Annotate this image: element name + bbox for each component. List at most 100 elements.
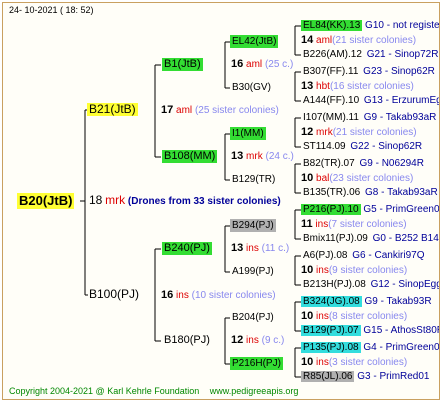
g4-node-11[interactable]: B135(TR).06 bbox=[301, 187, 362, 198]
g4-number-16: 10 bbox=[301, 264, 314, 276]
g4-link-11[interactable]: G8 - Takab93aR bbox=[365, 187, 438, 198]
g1-code-0: aml bbox=[176, 105, 193, 116]
g4-node-8[interactable]: ST114.09 bbox=[301, 141, 348, 152]
g3-node-3[interactable]: B129(TR) bbox=[230, 173, 277, 186]
g4-note-10: (23 sister colonies) bbox=[329, 173, 414, 184]
g2-code-0: aml bbox=[246, 59, 263, 70]
g1-number-1: 16 bbox=[161, 289, 174, 301]
g4-code-16: ins bbox=[316, 265, 329, 276]
g4-node-23[interactable]: R85(JL).06 bbox=[301, 371, 355, 382]
g4-link-0[interactable]: G10 - not registe bbox=[365, 20, 439, 31]
g4-link-21[interactable]: G4 - PrimGreen00 bbox=[363, 342, 439, 353]
g2-info-1: 13 mrk (24 c.) bbox=[231, 150, 294, 163]
g4-code-13: ins bbox=[315, 219, 329, 230]
g4-node-6[interactable]: I107(MM).11 bbox=[301, 112, 361, 123]
g4-node-9[interactable]: B82(TR).07 bbox=[301, 158, 357, 169]
g2-node-2[interactable]: B240(PJ) bbox=[162, 242, 212, 255]
g4-link-14[interactable]: G0 - B252 B147 B bbox=[373, 233, 439, 244]
g4-number-4: 13 bbox=[301, 80, 314, 92]
g4-code-22: ins bbox=[316, 357, 329, 368]
g4-link-15[interactable]: G6 - Cankiri97Q bbox=[352, 250, 424, 261]
g4-node-18[interactable]: B324(JG).08 bbox=[301, 296, 362, 307]
g2-node-0[interactable]: B1(JtB) bbox=[162, 58, 203, 71]
g3-node-2[interactable]: I1(MM) bbox=[230, 127, 266, 140]
g2-node-3[interactable]: B180(PJ) bbox=[162, 334, 212, 347]
g4-number-19: 10 bbox=[301, 310, 314, 322]
g4-node-12[interactable]: P216(PJ).10 bbox=[301, 204, 361, 215]
g4-number-22: 10 bbox=[301, 356, 314, 368]
g4-node-0[interactable]: EL84(KK).13 bbox=[301, 20, 363, 31]
g4-node-5[interactable]: A144(FF).10 bbox=[301, 95, 361, 106]
g2-code-3: ins bbox=[246, 335, 259, 346]
g4-link-17[interactable]: G12 - SinopEgg86R bbox=[371, 279, 439, 290]
g4-link-6[interactable]: G9 - Takab93aR bbox=[364, 112, 437, 123]
g4-note-1: (21 sister colonies) bbox=[332, 35, 417, 46]
g2-info-3: 12 ins (9 c.) bbox=[231, 334, 284, 347]
g4-node-14[interactable]: Bmix11(PJ).09 bbox=[301, 233, 370, 244]
website-link[interactable]: www.pedigreeapis.org bbox=[210, 386, 299, 396]
g4-node-21[interactable]: P135(PJ).08 bbox=[301, 342, 361, 353]
g2-note-2: (11 c.) bbox=[261, 243, 290, 254]
g4-note-19: (8 sister colonies) bbox=[328, 311, 408, 322]
root-code: mrk bbox=[105, 193, 126, 207]
g4-note-22: (3 sister colonies) bbox=[328, 357, 408, 368]
g4-note-16: (9 sister colonies) bbox=[328, 265, 408, 276]
copyright-text: Copyright 2004-2021 @ Karl Kehrle Founda… bbox=[9, 386, 200, 396]
pedigree-chart: 24- 10-2021 ( 18: 52) B20(JtB) 18 mrk (D… bbox=[2, 2, 440, 400]
g4-note-4: (16 sister colonies) bbox=[329, 81, 414, 92]
g3-node-1[interactable]: B30(GV) bbox=[230, 81, 273, 94]
g2-number-3: 12 bbox=[231, 334, 244, 346]
g2-info-0: 16 aml (25 c.) bbox=[231, 58, 293, 71]
g4-link-9[interactable]: G9 - N06294R bbox=[359, 158, 423, 169]
g4-code-7: mrk bbox=[316, 127, 333, 138]
g3-node-0[interactable]: EL42(JtB) bbox=[230, 35, 279, 48]
g3-node-7[interactable]: P216H(PJ) bbox=[230, 357, 283, 370]
g3-node-4[interactable]: B294(PJ) bbox=[230, 219, 276, 232]
timestamp: 24- 10-2021 ( 18: 52) bbox=[9, 5, 94, 15]
g1-node-1[interactable]: B100(PJ) bbox=[87, 288, 141, 301]
g4-link-2[interactable]: G21 - Sinop72R bbox=[367, 49, 439, 60]
g4-number-10: 10 bbox=[301, 172, 314, 184]
root-drone-info: 18 mrk (Drones from 33 sister colonies) bbox=[89, 194, 281, 208]
g4-link-5[interactable]: G13 - ErzurumEgg8 bbox=[364, 95, 439, 106]
g4-number-13: 11 bbox=[301, 218, 313, 230]
g3-node-6[interactable]: B204(PJ) bbox=[230, 311, 276, 324]
g1-node-0[interactable]: B21(JtB) bbox=[87, 103, 138, 116]
g1-note-1: (10 sister colonies) bbox=[191, 290, 276, 301]
g4-number-7: 12 bbox=[301, 126, 314, 138]
g2-code-1: mrk bbox=[246, 151, 263, 162]
root-number: 18 bbox=[89, 193, 103, 207]
g4-link-23[interactable]: G3 - PrimRed01 bbox=[357, 371, 429, 382]
g4-node-20[interactable]: B129(PJ).07 bbox=[301, 325, 361, 336]
root-note: (Drones from 33 sister colonies) bbox=[127, 196, 281, 207]
g4-link-18[interactable]: G9 - Takab93R bbox=[364, 296, 431, 307]
g2-note-0: (25 c.) bbox=[264, 59, 294, 70]
g2-node-1[interactable]: B108(MM) bbox=[162, 150, 218, 163]
g4-link-12[interactable]: G5 - PrimGreen00 bbox=[363, 204, 439, 215]
g4-code-10: bal bbox=[316, 173, 330, 184]
g4-link-3[interactable]: G23 - Sinop62R bbox=[363, 66, 435, 77]
g4-note-13: (7 sister colonies) bbox=[328, 219, 407, 230]
g2-number-2: 13 bbox=[231, 242, 244, 254]
g4-code-1: aml bbox=[316, 35, 333, 46]
g4-link-20[interactable]: G15 - AthosSt80R bbox=[363, 325, 439, 336]
g4-number-1: 14 bbox=[301, 34, 314, 46]
g4-code-4: hbt bbox=[316, 81, 330, 92]
g2-number-1: 13 bbox=[231, 150, 244, 162]
g4-link-8[interactable]: G22 - Sinop62R bbox=[350, 141, 422, 152]
g1-info-0: 17 aml (25 sister colonies) bbox=[161, 104, 279, 117]
g4-node-17[interactable]: B213H(PJ).08 bbox=[301, 279, 368, 290]
g4-code-19: ins bbox=[316, 311, 329, 322]
g4-note-7: (21 sister colonies) bbox=[332, 127, 417, 138]
g4-node-3[interactable]: B307(FF).11 bbox=[301, 66, 360, 77]
g2-info-2: 13 ins (11 c.) bbox=[231, 242, 289, 255]
g1-note-0: (25 sister colonies) bbox=[194, 105, 279, 116]
g2-code-2: ins bbox=[246, 243, 259, 254]
g4-node-15[interactable]: A6(PJ).08 bbox=[301, 250, 349, 261]
g4-node-2[interactable]: B226(AM).12 bbox=[301, 49, 364, 60]
root-queen[interactable]: B20(JtB) bbox=[17, 193, 75, 209]
footer: Copyright 2004-2021 @ Karl Kehrle Founda… bbox=[9, 385, 298, 398]
g3-node-5[interactable]: A199(PJ) bbox=[230, 265, 276, 278]
g1-number-0: 17 bbox=[161, 104, 174, 116]
g1-info-1: 16 ins (10 sister colonies) bbox=[161, 289, 276, 302]
